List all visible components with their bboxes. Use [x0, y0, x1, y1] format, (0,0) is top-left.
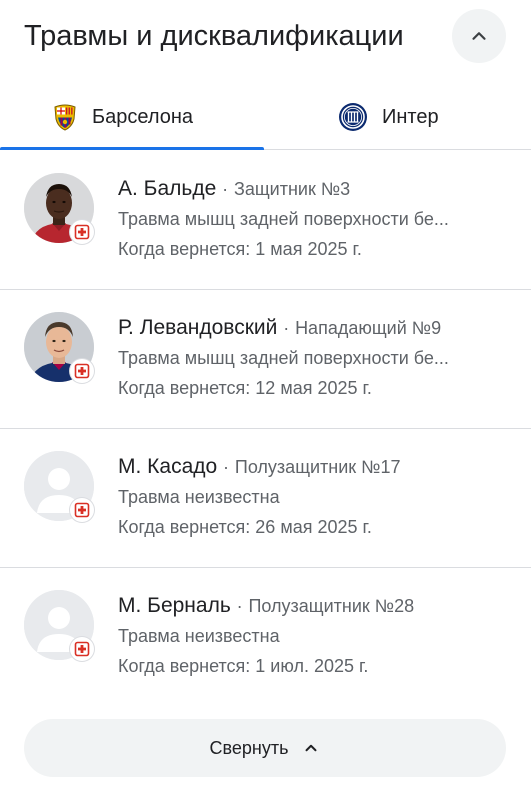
list-item[interactable]: А. Бальде · Защитник №3 Травма мышц задн…: [0, 151, 531, 290]
chevron-up-icon: [305, 744, 317, 752]
separator: ·: [223, 457, 230, 477]
medical-cross-icon: [74, 641, 90, 657]
injury-description: Травма неизвестна: [118, 487, 280, 507]
collapse-toggle-button[interactable]: [452, 9, 506, 63]
section-header: Травмы и дисквалификации: [0, 0, 531, 78]
injury-list: А. Бальде · Защитник №3 Травма мышц задн…: [0, 151, 531, 707]
injury-description: Травма неизвестна: [118, 626, 280, 646]
return-date: Когда вернется: 26 мая 2025 г.: [118, 517, 372, 537]
collapse-label: Свернуть: [209, 737, 289, 758]
list-item[interactable]: М. Берналь · Полузащитник №28 Травма неи…: [0, 568, 531, 707]
player-name: Р. Левандовский: [118, 316, 278, 339]
tab-label: Барселона: [92, 105, 194, 128]
list-item[interactable]: Р. Левандовский · Нападающий №9 Травма м…: [0, 290, 531, 429]
chevron-up-icon: [472, 32, 486, 40]
return-date: Когда вернется: 12 мая 2025 г.: [118, 378, 372, 398]
injury-description: Травма мышц задней поверхности бе...: [118, 209, 449, 229]
inter-crest-icon: [339, 103, 367, 131]
medical-cross-icon: [74, 363, 90, 379]
injury-badge: [70, 220, 94, 244]
list-item[interactable]: М. Касадо · Полузащитник №17 Травма неиз…: [0, 429, 531, 568]
injury-badge: [70, 498, 94, 522]
section-title: Травмы и дисквалификации: [24, 20, 404, 52]
injury-badge: [70, 359, 94, 383]
team-tabs: Барселона Интер: [0, 84, 531, 150]
player-name: М. Касадо: [118, 455, 218, 478]
collapse-button[interactable]: Свернуть: [24, 719, 506, 777]
player-position: Полузащитник №17: [234, 457, 401, 477]
player-position: Полузащитник №28: [248, 596, 415, 616]
player-position: Нападающий №9: [295, 318, 442, 338]
return-date: Когда вернется: 1 июл. 2025 г.: [118, 656, 369, 676]
medical-cross-icon: [74, 502, 90, 518]
tab-inter[interactable]: Интер: [338, 84, 439, 150]
barcelona-crest-icon: [54, 104, 76, 131]
selected-tab-indicator: [0, 147, 264, 150]
medical-cross-icon: [74, 224, 90, 240]
separator: ·: [236, 596, 243, 616]
injury-badge: [70, 637, 94, 661]
player-name: М. Берналь: [118, 594, 231, 617]
tab-barcelona[interactable]: Барселона: [52, 84, 193, 150]
separator: ·: [283, 318, 290, 338]
player-position: Защитник №3: [233, 179, 351, 199]
player-name: А. Бальде: [118, 177, 217, 200]
tab-label: Интер: [382, 105, 439, 128]
injury-description: Травма мышц задней поверхности бе...: [118, 348, 449, 368]
return-date: Когда вернется: 1 мая 2025 г.: [118, 239, 362, 259]
separator: ·: [222, 179, 229, 199]
